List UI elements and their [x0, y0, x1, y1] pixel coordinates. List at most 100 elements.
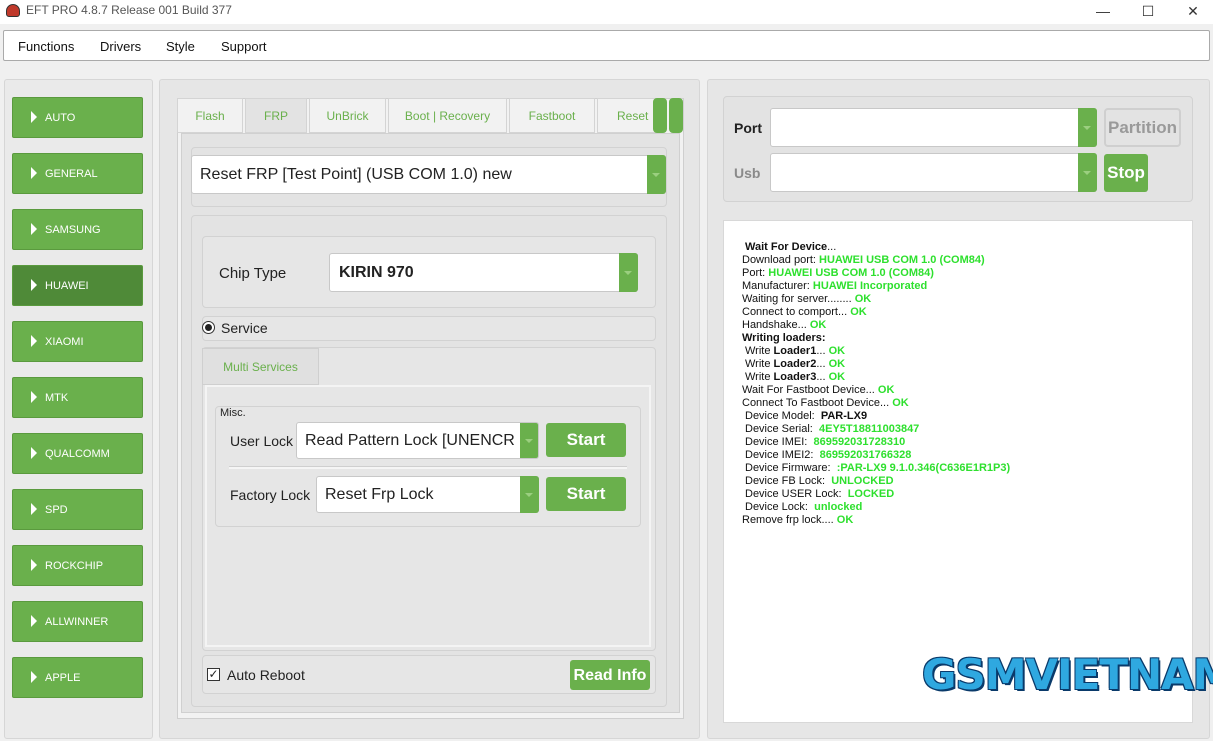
brand-button-spd[interactable]: SPD [12, 489, 143, 530]
log-value: :PAR-LX9 9.1.0.346(C636E1R1P3) [836, 462, 1011, 474]
log-text: Connect to comport... [742, 306, 851, 318]
service-radio[interactable] [202, 321, 215, 334]
log-text: Device USER Lock: [745, 488, 848, 500]
log-line: Remove frp lock.... OK [742, 514, 1010, 527]
stop-button[interactable]: Stop [1104, 154, 1148, 192]
tab-frp[interactable]: FRP [245, 98, 307, 133]
log-line: Write Loader2... OK [742, 358, 1010, 371]
port-select[interactable] [770, 108, 1097, 147]
window-title: EFT PRO 4.8.7 Release 001 Build 377 [26, 3, 232, 17]
factory-lock-start-button[interactable]: Start [546, 477, 626, 511]
brand-button-label: APPLE [45, 672, 81, 684]
auto-reboot-label: Auto Reboot [227, 667, 305, 683]
log-value: HUAWEI Incorporated [812, 280, 928, 292]
log-text: Manufacturer: [742, 280, 813, 292]
operation-select[interactable]: Reset FRP [Test Point] (USB COM 1.0) new [191, 155, 666, 194]
triangle-right-icon [31, 447, 37, 459]
log-value: unlocked [814, 501, 863, 513]
log-text: Device Model: [745, 410, 821, 422]
brand-button-xiaomi[interactable]: XIAOMI [12, 321, 143, 362]
brand-button-label: ALLWINNER [45, 616, 109, 628]
menu-functions[interactable]: Functions [18, 31, 74, 62]
usb-select[interactable] [770, 153, 1097, 192]
tab-multi-services[interactable]: Multi Services [202, 348, 319, 385]
menu-support[interactable]: Support [221, 31, 267, 62]
log-line: Device Serial: 4EY5T18811003847 [742, 423, 1010, 436]
log-text: ... [827, 241, 837, 253]
log-text: Loader3 [773, 371, 817, 383]
log-line: Device IMEI2: 869592031766328 [742, 449, 1010, 462]
brand-button-general[interactable]: GENERAL [12, 153, 143, 194]
log-value: OK [828, 345, 846, 357]
log-value: HUAWEI USB COM 1.0 (COM84) [819, 254, 985, 266]
tab-scroll-right-button[interactable] [669, 98, 683, 133]
log-text: Write [745, 371, 774, 383]
chevron-down-icon [1078, 108, 1097, 147]
log-output: Wait For Device... Download port: HUAWEI … [723, 220, 1193, 723]
brand-button-qualcomm[interactable]: QUALCOMM [12, 433, 143, 474]
brand-button-label: GENERAL [45, 168, 98, 180]
user-lock-start-button[interactable]: Start [546, 423, 626, 457]
brand-button-apple[interactable]: APPLE [12, 657, 143, 698]
brand-button-allwinner[interactable]: ALLWINNER [12, 601, 143, 642]
log-value: OK [877, 384, 895, 396]
chevron-down-icon [647, 155, 666, 194]
log-line: Wait For Device... [742, 241, 1010, 254]
log-value: 869592031766328 [819, 449, 912, 461]
log-line: Connect to comport... OK [742, 306, 1010, 319]
log-line: Connect To Fastboot Device... OK [742, 397, 1010, 410]
log-value: LOCKED [847, 488, 895, 500]
triangle-right-icon [31, 279, 37, 291]
log-value: UNLOCKED [831, 475, 894, 487]
tab-fastboot[interactable]: Fastboot [509, 98, 595, 133]
log-text: Download port: [742, 254, 820, 266]
chevron-down-icon [619, 253, 638, 292]
user-lock-select[interactable]: Read Pattern Lock [UNENCRY [296, 422, 539, 459]
menu-drivers[interactable]: Drivers [100, 31, 141, 62]
tab-boot-recovery[interactable]: Boot | Recovery [388, 98, 507, 133]
log-text: Device FB Lock: [745, 475, 832, 487]
triangle-right-icon [31, 559, 37, 571]
log-text: ... [816, 345, 829, 357]
user-lock-label: User Lock [230, 433, 294, 449]
factory-lock-value: Reset Frp Lock [325, 486, 434, 503]
operation-select-value: Reset FRP [Test Point] (USB COM 1.0) new [200, 166, 512, 183]
menu-style[interactable]: Style [166, 31, 195, 62]
brand-button-rockchip[interactable]: ROCKCHIP [12, 545, 143, 586]
triangle-right-icon [31, 391, 37, 403]
brand-button-huawei[interactable]: HUAWEI [12, 265, 143, 306]
brand-button-label: AUTO [45, 112, 76, 124]
usb-label: Usb [734, 165, 761, 181]
user-lock-value: Read Pattern Lock [UNENCRY [305, 432, 515, 449]
brand-button-auto[interactable]: AUTO [12, 97, 143, 138]
log-line: Port: HUAWEI USB COM 1.0 (COM84) [742, 267, 1010, 280]
log-text: Writing loaders: [742, 332, 826, 344]
log-text: Write [745, 358, 774, 370]
chip-type-select[interactable]: KIRIN 970 [329, 253, 638, 292]
misc-title: Misc. [220, 407, 246, 419]
brand-button-mtk[interactable]: MTK [12, 377, 143, 418]
tab-scroll-left-button[interactable] [653, 98, 667, 133]
tab-flash[interactable]: Flash [177, 98, 243, 133]
brand-button-samsung[interactable]: SAMSUNG [12, 209, 143, 250]
auto-reboot-checkbox[interactable]: ✓ [207, 668, 220, 681]
triangle-right-icon [31, 335, 37, 347]
read-info-button[interactable]: Read Info [570, 660, 650, 690]
log-line: Writing loaders: [742, 332, 1010, 345]
chevron-down-icon [1078, 153, 1097, 192]
gsmvietnam-watermark: GSMVIETNAM [922, 650, 1213, 699]
log-line: Manufacturer: HUAWEI Incorporated [742, 280, 1010, 293]
triangle-right-icon [31, 615, 37, 627]
close-icon[interactable]: ✕ [1170, 0, 1213, 24]
tab-unbrick[interactable]: UnBrick [309, 98, 386, 133]
chip-type-label: Chip Type [219, 265, 287, 282]
log-text: Write [745, 345, 774, 357]
maximize-icon[interactable]: ☐ [1125, 0, 1171, 24]
log-text: Waiting for server........ [742, 293, 855, 305]
brand-button-label: QUALCOMM [45, 448, 110, 460]
log-value: OK [828, 358, 846, 370]
minimize-icon[interactable]: — [1080, 0, 1126, 24]
tab-reset[interactable]: Reset S [597, 98, 657, 133]
factory-lock-select[interactable]: Reset Frp Lock [316, 476, 539, 513]
partition-button[interactable]: Partition [1104, 108, 1181, 147]
